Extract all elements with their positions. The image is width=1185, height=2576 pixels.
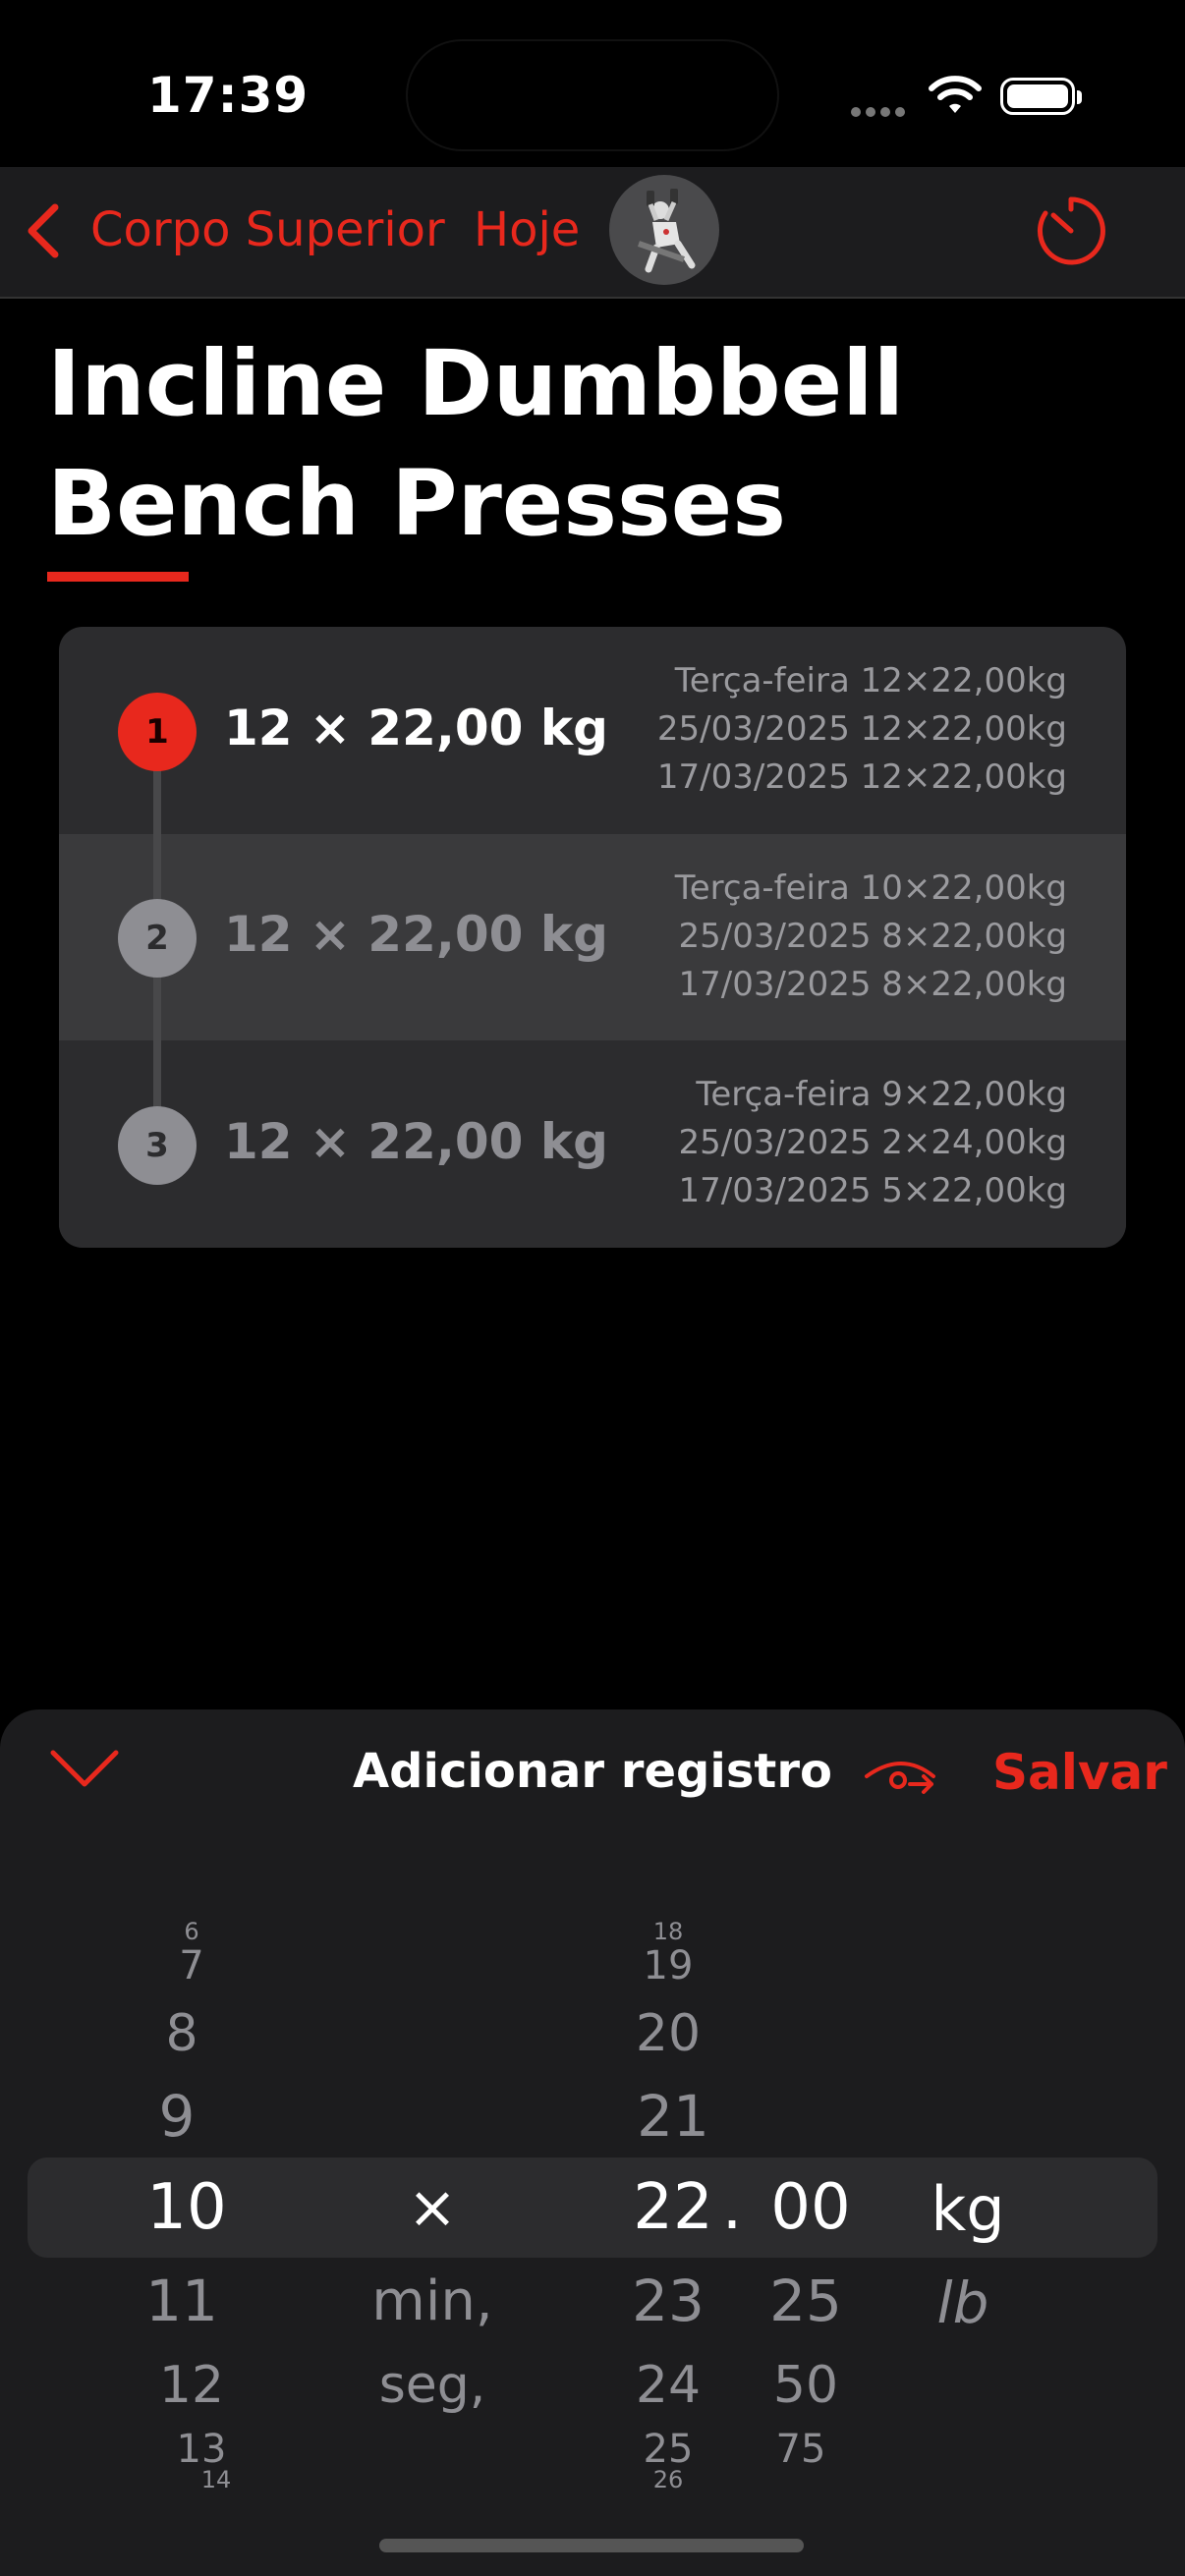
history-line: Terça-feira 9×22,00kg: [696, 1075, 1067, 1114]
history-line: 17/03/2025 5×22,00kg: [678, 1171, 1068, 1210]
set-history: Terça-feira 10×22,00kg 25/03/2025 8×22,0…: [675, 865, 1067, 1009]
cellular-signal-icon: [851, 102, 910, 121]
picker-option[interactable]: 14: [162, 2466, 270, 2493]
picker-option[interactable]: 9: [123, 2083, 231, 2150]
repeat-icon[interactable]: [863, 1755, 941, 1802]
picker-option[interactable]: 7: [138, 1943, 246, 1988]
picker-option[interactable]: seg,: [354, 2356, 511, 2415]
save-button[interactable]: Salvar: [992, 1744, 1167, 1801]
set-number-badge: 1: [118, 693, 197, 771]
unit-picker-selected[interactable]: kg: [914, 2173, 1022, 2245]
today-button[interactable]: Hoje: [474, 202, 580, 257]
status-time: 17:39: [147, 67, 310, 124]
set-number-badge: 3: [118, 1106, 197, 1185]
history-line: 25/03/2025 8×22,00kg: [678, 917, 1068, 956]
dynamic-island: [408, 41, 777, 149]
picker-option[interactable]: 26: [614, 2466, 722, 2493]
history-line: 25/03/2025 12×22,00kg: [656, 709, 1067, 749]
set-history: Terça-feira 12×22,00kg 25/03/2025 12×22,…: [657, 657, 1067, 802]
picker-option[interactable]: 11: [128, 2268, 236, 2334]
battery-icon: [1000, 78, 1082, 115]
exercise-title: Incline Dumbbell Bench Presses: [47, 324, 1128, 564]
picker-option[interactable]: 24: [614, 2356, 722, 2415]
picker-option[interactable]: 19: [614, 1943, 722, 1988]
home-indicator[interactable]: [379, 2539, 804, 2552]
picker-option[interactable]: 25: [752, 2268, 860, 2334]
weight-dec-picker-selected[interactable]: 00: [752, 2171, 870, 2244]
picker-option[interactable]: lb: [909, 2269, 1017, 2336]
picker-option[interactable]: min,: [354, 2269, 511, 2333]
history-line: 25/03/2025 2×24,00kg: [678, 1123, 1068, 1162]
history-line: Terça-feira 12×22,00kg: [674, 661, 1067, 700]
set-value: 12 × 22,00 kg: [224, 906, 608, 963]
picker-option[interactable]: 18: [614, 1918, 722, 1945]
timer-icon[interactable]: [1032, 192, 1110, 274]
picker-option[interactable]: 21: [619, 2083, 727, 2150]
set-value: 12 × 22,00 kg: [224, 1113, 608, 1170]
set-value: 12 × 22,00 kg: [224, 700, 608, 756]
history-line: Terça-feira 10×22,00kg: [674, 868, 1067, 908]
set-history: Terça-feira 9×22,00kg 25/03/2025 2×24,00…: [679, 1071, 1068, 1215]
picker-option[interactable]: 23: [614, 2268, 722, 2334]
picker-option[interactable]: 75: [747, 2427, 855, 2472]
picker-option[interactable]: 6: [138, 1918, 246, 1945]
set-number-badge: 2: [118, 899, 197, 978]
picker-option[interactable]: 50: [752, 2356, 860, 2415]
history-line: 17/03/2025 12×22,00kg: [656, 757, 1067, 797]
back-button[interactable]: Corpo Superior: [90, 202, 445, 257]
reps-picker-selected[interactable]: 10: [128, 2171, 246, 2244]
decimal-separator: .: [721, 2171, 743, 2244]
exercise-title-line1: Incline Dumbbell: [47, 331, 905, 436]
picker-option[interactable]: 20: [614, 2004, 722, 2063]
picker-option[interactable]: 12: [138, 2356, 246, 2415]
exercise-thumbnail[interactable]: [609, 175, 719, 285]
title-underline: [47, 572, 189, 582]
history-line: 17/03/2025 8×22,00kg: [678, 965, 1068, 1004]
mode-picker-selected[interactable]: ×: [364, 2173, 501, 2242]
chevron-left-icon[interactable]: [22, 201, 67, 264]
wifi-icon: [928, 75, 983, 120]
exercise-title-line2: Bench Presses: [47, 451, 786, 556]
picker-option[interactable]: 8: [128, 2004, 236, 2063]
